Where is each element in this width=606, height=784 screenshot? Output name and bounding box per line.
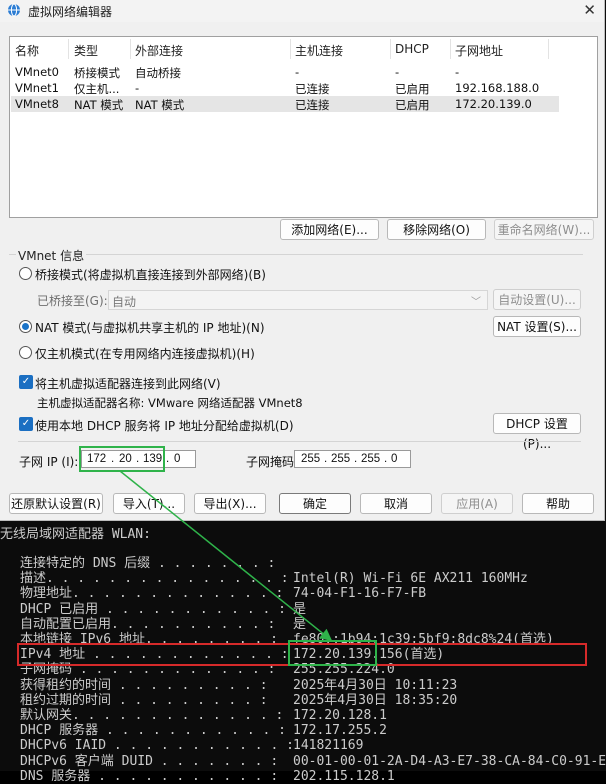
green-highlight-box	[79, 446, 165, 472]
console-line-label: DNS 服务器 . . . . . . . . . . . :	[20, 769, 279, 784]
annotation-overlay	[17, 446, 587, 666]
console-line-value: 202.115.128.1	[293, 769, 395, 784]
red-highlight-box	[17, 643, 587, 666]
link-arrow	[119, 470, 333, 641]
